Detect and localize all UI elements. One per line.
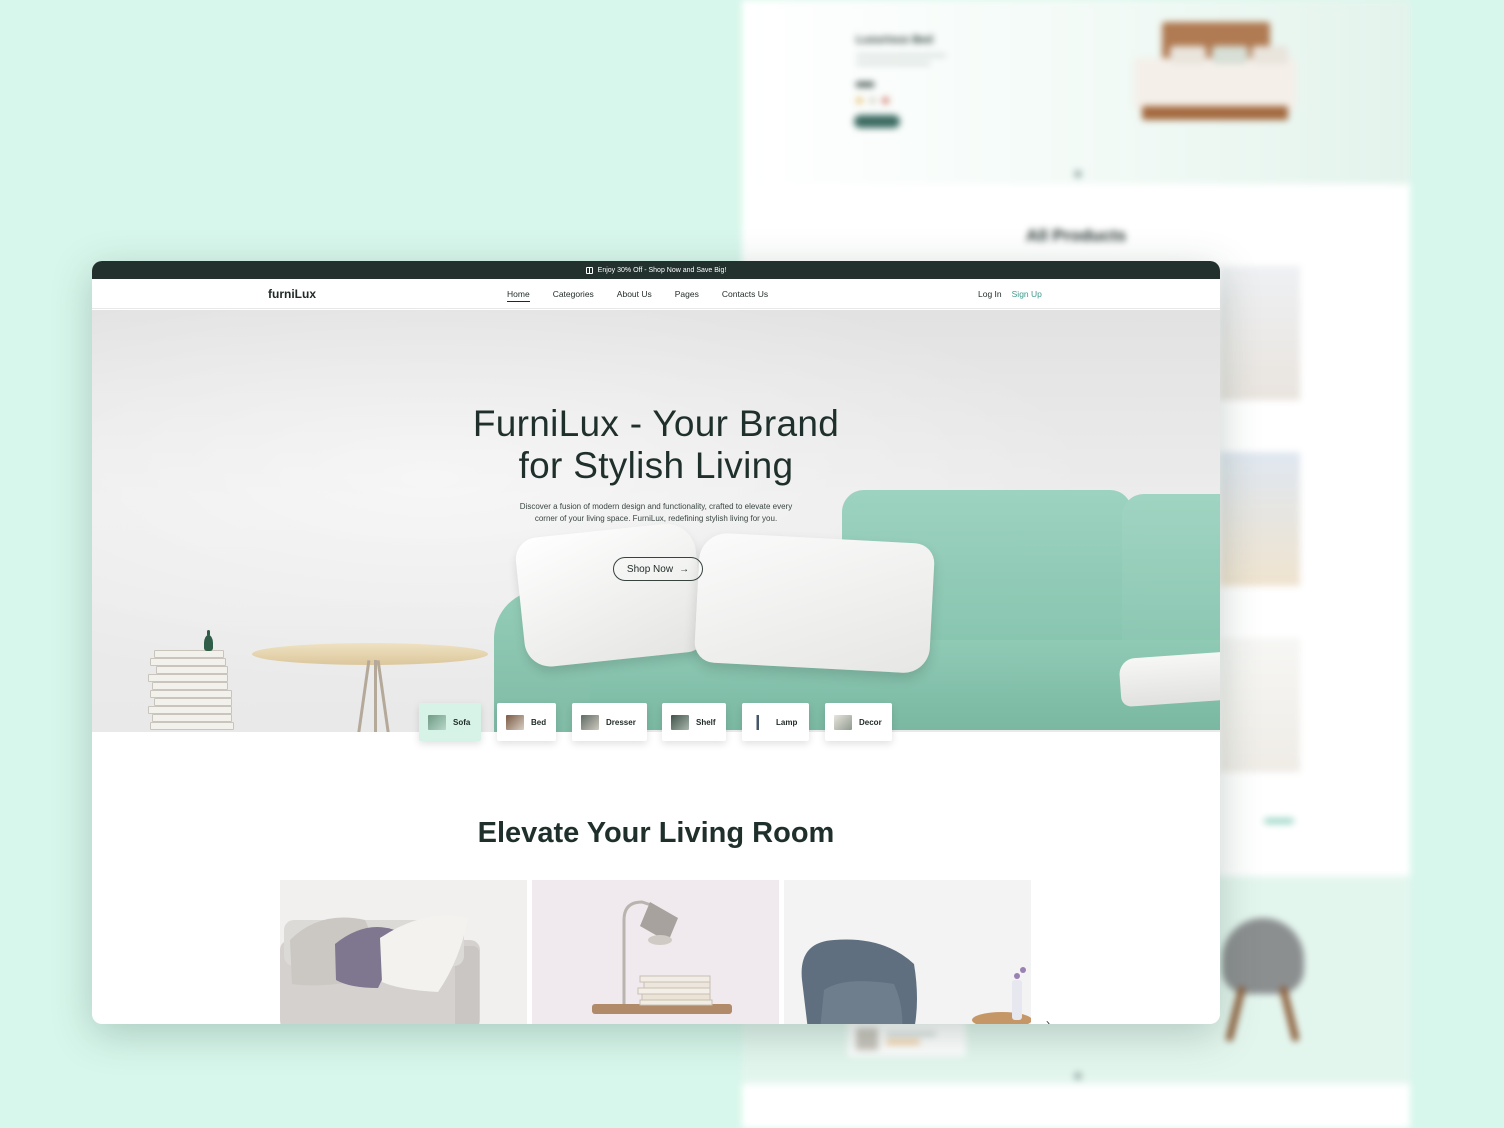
brand-logo[interactable]: furniLux: [268, 287, 316, 301]
bg-hero-title: Luxurious Bed: [856, 34, 934, 46]
hero-title: FurniLux - Your Brand for Stylish Living: [92, 403, 1220, 487]
category-decor[interactable]: Decor: [825, 703, 892, 741]
bg-hero-text: [856, 54, 946, 57]
nav-about[interactable]: About Us: [617, 289, 652, 302]
gallery-card-chair[interactable]: [784, 880, 1031, 1024]
hero-banner: FurniLux - Your Brand for Stylish Living…: [92, 310, 1220, 732]
bg-color-dot: [856, 97, 863, 104]
shop-now-label: Shop Now: [626, 563, 674, 575]
auth-links: Log In Sign Up: [978, 289, 1042, 299]
bg-hero: Luxurious Bed: [742, 0, 1410, 184]
signup-link[interactable]: Sign Up: [1012, 289, 1042, 299]
dresser-thumb-icon: [581, 714, 599, 730]
bg-product-card: [1220, 452, 1300, 620]
hero-subtitle: Discover a fusion of modern design and f…: [519, 502, 793, 523]
sofa-pillows-image: [280, 915, 480, 1024]
bg-product-card: [1220, 638, 1300, 806]
lamp-thumb-icon: [751, 714, 769, 730]
category-shelf[interactable]: Shelf: [662, 703, 726, 741]
nav-links: Home Categories About Us Pages Contacts …: [507, 289, 791, 302]
bg-product-card: [1220, 266, 1300, 434]
bg-chair-image: [1216, 912, 1312, 1043]
chevron-right-icon[interactable]: ›: [1046, 1016, 1050, 1024]
nav-home[interactable]: Home: [507, 289, 530, 302]
bg-hero-button: [854, 115, 900, 128]
promo-text: Enjoy 30% Off - Shop Now and Save Big!: [597, 266, 727, 274]
promo-bar: Enjoy 30% Off - Shop Now and Save Big!: [92, 261, 1220, 279]
bg-products-title: All Products: [1025, 226, 1127, 245]
bg-bed-image: [1130, 22, 1300, 128]
living-room-gallery: [280, 880, 1032, 1024]
category-lamp[interactable]: Lamp: [742, 703, 809, 741]
arrow-right-icon: →: [679, 563, 690, 575]
bg-color-dot: [869, 97, 876, 104]
bg-hero-price: [856, 82, 874, 87]
bg-slider-dot: [1074, 170, 1082, 178]
shop-now-button[interactable]: Shop Now →: [613, 557, 703, 581]
gallery-card-lamp[interactable]: [532, 880, 779, 1024]
decor-thumb-icon: [834, 714, 852, 730]
nav-contacts[interactable]: Contacts Us: [722, 289, 768, 302]
category-dresser[interactable]: Dresser: [572, 703, 647, 741]
category-bar: Sofa Bed Dresser Shelf Lamp Decor: [92, 703, 1220, 743]
desk-lamp-image: [592, 900, 732, 1014]
bg-hero-text: [856, 62, 930, 65]
vase-image: [204, 630, 213, 651]
armchair-image: [801, 939, 1031, 1024]
category-bed[interactable]: Bed: [497, 703, 556, 741]
bg-view-all-link: [1264, 818, 1294, 824]
gallery-card-sofa[interactable]: [280, 880, 527, 1024]
bg-color-dot: [882, 97, 889, 104]
category-sofa[interactable]: Sofa: [419, 703, 481, 741]
shelf-thumb-icon: [671, 714, 689, 730]
login-link[interactable]: Log In: [978, 289, 1002, 299]
sofa-image: [492, 490, 1220, 732]
gift-icon: [585, 266, 593, 274]
bed-thumb-icon: [506, 714, 524, 730]
navbar: furniLux Home Categories About Us Pages …: [92, 279, 1220, 309]
hero-title-line1: FurniLux - Your Brand: [472, 403, 840, 444]
sofa-thumb-icon: [428, 714, 446, 730]
browser-window: Enjoy 30% Off - Shop Now and Save Big! f…: [92, 261, 1220, 1024]
nav-pages[interactable]: Pages: [675, 289, 699, 302]
nav-categories[interactable]: Categories: [553, 289, 594, 302]
hero-title-line2: for Stylish Living: [518, 445, 794, 486]
section-title: Elevate Your Living Room: [477, 817, 835, 849]
bg-mini-card: [848, 1020, 966, 1056]
